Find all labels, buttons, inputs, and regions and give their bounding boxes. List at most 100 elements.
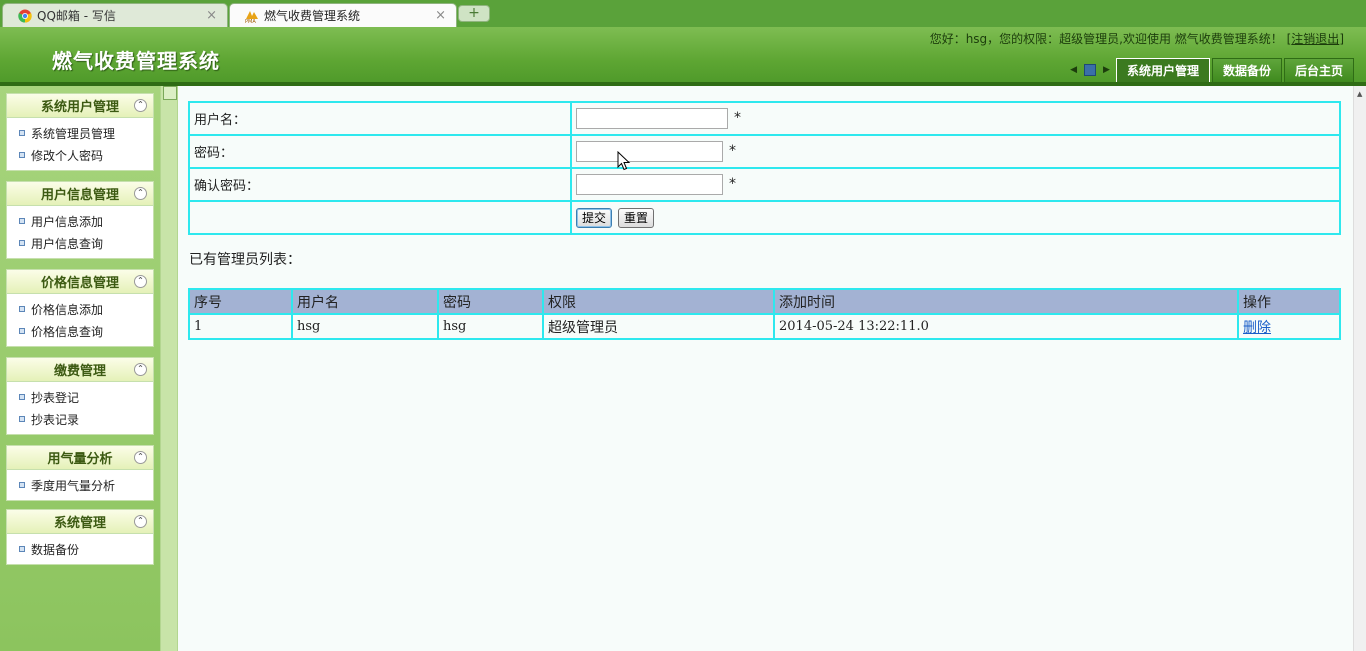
- browser-tab-label: QQ邮箱 - 写信: [37, 9, 116, 23]
- arrow-left-icon[interactable]: ◀: [1070, 65, 1077, 75]
- browser-tab-qqmail[interactable]: QQ邮箱 - 写信 ×: [2, 3, 228, 27]
- panel-title-text: 缴费管理: [53, 364, 106, 379]
- collapse-icon[interactable]: ⌃: [134, 187, 147, 200]
- sidebar-item-quarter-analysis[interactable]: 季度用气量分析: [7, 474, 153, 496]
- delete-link[interactable]: 删除: [1243, 320, 1271, 336]
- top-nav: ◀ ▶ 系统用户管理 数据备份 后台主页: [1066, 58, 1354, 82]
- submit-button[interactable]: 提交: [576, 207, 613, 228]
- reset-button[interactable]: 重置: [618, 207, 655, 228]
- bullet-icon: [19, 306, 25, 312]
- nav-system-users[interactable]: 系统用户管理: [1115, 58, 1210, 82]
- panel-system-users: 系统用户管理 ⌃ 系统管理员管理 修改个人密码: [6, 93, 154, 171]
- bullet-icon: [19, 416, 25, 422]
- sidebar-item-meter-register[interactable]: 抄表登记: [7, 386, 153, 408]
- admin-list-table: 序号 用户名 密码 权限 添加时间 操作 1 hsg hsg 超级管理员 201…: [188, 288, 1341, 340]
- username-label: 用户名：: [189, 102, 571, 135]
- logout-link[interactable]: 注销退出: [1291, 32, 1339, 46]
- welcome-message: 您好：hsg，您的权限：超级管理员,欢迎使用 燃气收费管理系统！ [: [929, 32, 1292, 46]
- vertical-scrollbar[interactable]: ▲: [1353, 86, 1366, 651]
- panel-gas-analysis: 用气量分析 ⌃ 季度用气量分析: [6, 445, 154, 501]
- table-row: 1 hsg hsg 超级管理员 2014-05-24 13:22:11.0 删除: [189, 314, 1340, 339]
- panel-title[interactable]: 系统管理 ⌃: [7, 510, 153, 534]
- required-mark: *: [734, 110, 741, 126]
- sidebar-item-label: 价格信息添加: [31, 302, 104, 317]
- column-header: 用户名: [292, 289, 438, 314]
- bullet-icon: [19, 546, 25, 552]
- splitter-toggle[interactable]: [163, 86, 177, 100]
- browser-tab-label: 燃气收费管理系统: [264, 9, 361, 23]
- panel-system-manage: 系统管理 ⌃ 数据备份: [6, 509, 154, 565]
- bullet-icon: [19, 240, 25, 246]
- collapse-icon[interactable]: ⌃: [134, 99, 147, 112]
- cell-action: 删除: [1238, 314, 1340, 339]
- app-title: 燃气收费管理系统: [52, 49, 220, 73]
- browser-tabstrip: QQ邮箱 - 写信 × PMA 燃气收费管理系统 × +: [0, 0, 1366, 27]
- bullet-icon: [19, 130, 25, 136]
- column-header: 操作: [1238, 289, 1340, 314]
- cell-role: 超级管理员: [543, 314, 774, 339]
- password-input[interactable]: [576, 141, 723, 162]
- close-icon[interactable]: ×: [435, 8, 446, 23]
- sidebar-item-label: 系统管理员管理: [31, 126, 116, 141]
- confirm-password-input[interactable]: [576, 174, 723, 195]
- panel-title[interactable]: 系统用户管理 ⌃: [7, 94, 153, 118]
- required-mark: *: [729, 176, 736, 192]
- panel-title[interactable]: 用气量分析 ⌃: [7, 446, 153, 470]
- panel-title-text: 系统用户管理: [40, 100, 119, 115]
- book-icon[interactable]: [1084, 64, 1097, 76]
- panel-title[interactable]: 价格信息管理 ⌃: [7, 270, 153, 294]
- sidebar-item-admin-manage[interactable]: 系统管理员管理: [7, 122, 153, 144]
- sidebar-item-meter-records[interactable]: 抄表记录: [7, 408, 153, 430]
- sidebar-item-change-password[interactable]: 修改个人密码: [7, 144, 153, 166]
- pma-icon: PMA: [244, 8, 260, 24]
- collapse-icon[interactable]: ⌃: [134, 451, 147, 464]
- cell-username: hsg: [292, 314, 438, 339]
- new-tab-button[interactable]: +: [458, 5, 490, 22]
- bullet-icon: [19, 394, 25, 400]
- nav-data-backup[interactable]: 数据备份: [1211, 58, 1282, 82]
- username-input[interactable]: [576, 108, 728, 129]
- empty-cell: [189, 201, 571, 234]
- panel-title[interactable]: 缴费管理 ⌃: [7, 358, 153, 382]
- chrome-icon: [17, 8, 33, 24]
- sidebar-item-user-add[interactable]: 用户信息添加: [7, 210, 153, 232]
- panel-title-text: 系统管理: [53, 516, 106, 531]
- sidebar-splitter[interactable]: [160, 86, 178, 651]
- sidebar-item-label: 用户信息添加: [31, 214, 104, 229]
- close-icon[interactable]: ×: [206, 8, 217, 23]
- confirm-password-label: 确认密码：: [189, 168, 571, 201]
- nav-admin-home[interactable]: 后台主页: [1283, 58, 1354, 82]
- collapse-icon[interactable]: ⌃: [134, 363, 147, 376]
- table-header-row: 序号 用户名 密码 权限 添加时间 操作: [189, 289, 1340, 314]
- panel-title[interactable]: 用户信息管理 ⌃: [7, 182, 153, 206]
- panel-price-info: 价格信息管理 ⌃ 价格信息添加 价格信息查询: [6, 269, 154, 347]
- collapse-icon[interactable]: ⌃: [134, 515, 147, 528]
- collapse-icon[interactable]: ⌃: [134, 275, 147, 288]
- svg-text:PMA: PMA: [245, 19, 256, 23]
- sidebar-item-price-query[interactable]: 价格信息查询: [7, 320, 153, 342]
- sidebar-item-label: 抄表登记: [31, 390, 80, 405]
- sidebar-item-user-query[interactable]: 用户信息查询: [7, 232, 153, 254]
- cell-password: hsg: [438, 314, 543, 339]
- column-header: 序号: [189, 289, 292, 314]
- cell-added-time: 2014-05-24 13:22:11.0: [774, 314, 1238, 339]
- column-header: 权限: [543, 289, 774, 314]
- sidebar-item-label: 用户信息查询: [31, 236, 104, 251]
- password-label: 密码：: [189, 135, 571, 168]
- app-header: 燃气收费管理系统 您好：hsg，您的权限：超级管理员,欢迎使用 燃气收费管理系统…: [0, 27, 1366, 83]
- panel-user-info: 用户信息管理 ⌃ 用户信息添加 用户信息查询: [6, 181, 154, 259]
- sidebar-item-data-backup[interactable]: 数据备份: [7, 538, 153, 560]
- arrow-right-icon[interactable]: ▶: [1103, 65, 1110, 75]
- browser-tab-gas-system[interactable]: PMA 燃气收费管理系统 ×: [229, 3, 457, 27]
- sidebar-item-label: 抄表记录: [31, 412, 80, 427]
- sidebar-item-label: 季度用气量分析: [31, 478, 116, 493]
- mouse-cursor-icon: [617, 151, 631, 171]
- panel-payment: 缴费管理 ⌃ 抄表登记 抄表记录: [6, 357, 154, 435]
- sidebar-item-label: 数据备份: [31, 542, 80, 557]
- bullet-icon: [19, 328, 25, 334]
- bullet-icon: [19, 218, 25, 224]
- cell-index: 1: [189, 314, 292, 339]
- scroll-up-icon[interactable]: ▲: [1357, 90, 1362, 98]
- sidebar-item-price-add[interactable]: 价格信息添加: [7, 298, 153, 320]
- welcome-text: 您好：hsg，您的权限：超级管理员,欢迎使用 燃气收费管理系统！ [注销退出]: [930, 30, 1344, 47]
